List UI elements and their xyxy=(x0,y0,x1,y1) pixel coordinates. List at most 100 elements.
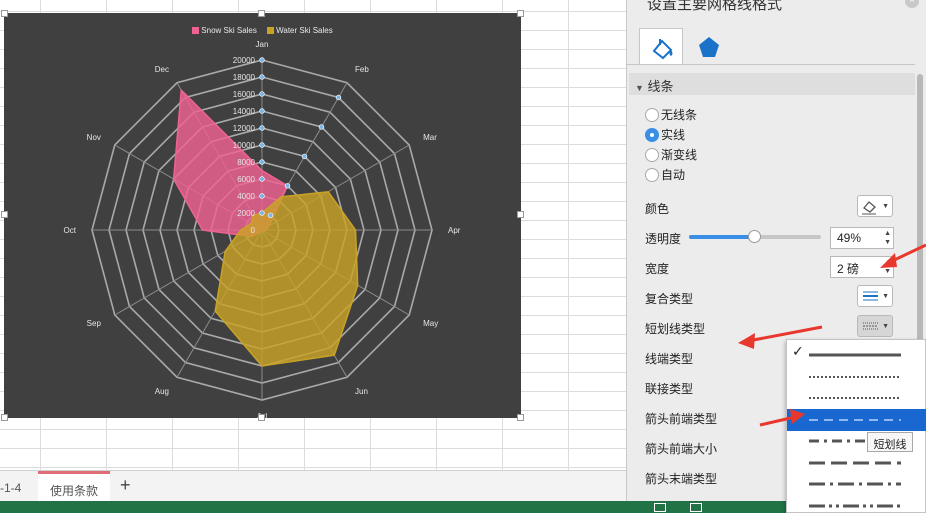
transparency-value: 49% xyxy=(837,231,862,245)
chevron-down-icon: ▼ xyxy=(882,323,889,330)
tab-effects[interactable] xyxy=(687,28,731,64)
chevron-down-icon: ▼ xyxy=(882,203,889,210)
transparency-slider-thumb[interactable] xyxy=(747,230,761,243)
width-input[interactable]: 2 磅 ▲ ▼ xyxy=(830,256,894,278)
data-marker xyxy=(259,108,265,114)
dash-sample-long-dash-dot-dot xyxy=(809,504,901,507)
radial-tick-label: 4000 xyxy=(237,192,255,201)
radio-gradient-line[interactable]: 渐变线 xyxy=(645,146,697,163)
width-value: 2 磅 xyxy=(837,262,860,276)
compound-type-button[interactable]: ▼ xyxy=(857,285,893,307)
radial-tick-label: 12000 xyxy=(233,124,256,133)
compound-type-label: 复合类型 xyxy=(645,292,694,306)
radar-plot-area: 0 2000 4000 6000 8000 10000 12000 14000 16000 180… xyxy=(64,40,461,418)
dash-type-menu xyxy=(786,339,926,513)
transparency-slider[interactable] xyxy=(689,230,821,243)
category-label: Apr xyxy=(448,226,461,235)
collapse-triangle-icon: ▼ xyxy=(635,83,644,93)
chart-resize-handle-tl[interactable] xyxy=(1,10,8,17)
data-marker xyxy=(335,94,342,101)
category-label: Sep xyxy=(87,319,102,328)
chart-resize-handle-top[interactable] xyxy=(258,10,265,17)
dash-option-square-dot[interactable] xyxy=(787,387,926,409)
tab-fill-line[interactable] xyxy=(639,28,683,64)
add-sheet-button[interactable]: + xyxy=(120,475,131,496)
radio-button[interactable] xyxy=(645,148,659,162)
data-marker xyxy=(259,176,265,182)
radio-button[interactable] xyxy=(645,128,659,142)
dash-option-long-dash-dot[interactable] xyxy=(787,473,926,495)
category-label: Oct xyxy=(64,226,77,235)
radio-button[interactable] xyxy=(645,168,659,182)
width-label: 宽度 xyxy=(645,262,670,276)
radio-solid-line[interactable]: 实线 xyxy=(645,126,685,143)
radio-label: 渐变线 xyxy=(661,148,698,162)
radial-tick-label: 10000 xyxy=(233,141,256,150)
arrow-begin-size-label: 箭头前端大小 xyxy=(645,442,718,456)
dash-sample-round-dot xyxy=(809,375,901,378)
data-marker xyxy=(259,210,265,216)
radial-tick-label: 20000 xyxy=(233,56,256,65)
dash-option-long-dash-dot-dot[interactable] xyxy=(787,495,926,513)
data-marker xyxy=(284,183,291,189)
sheet-tab-prev[interactable]: -1-4 xyxy=(0,481,21,495)
dash-option-solid[interactable] xyxy=(787,344,926,366)
radio-automatic[interactable]: 自动 xyxy=(645,166,685,183)
chart-resize-handle-left[interactable] xyxy=(1,211,8,218)
spin-arrows-icon[interactable]: ▲ ▼ xyxy=(884,229,891,247)
category-label: Dec xyxy=(155,65,169,74)
radio-button[interactable] xyxy=(645,108,659,122)
radial-tick-label: 14000 xyxy=(233,107,256,116)
data-marker xyxy=(267,212,274,218)
checkmark-icon: ✓ xyxy=(792,343,804,359)
dash-lines-icon xyxy=(863,322,878,330)
category-label: Nov xyxy=(87,133,101,142)
color-picker-button[interactable]: ▼ xyxy=(857,195,893,217)
category-label: Aug xyxy=(155,387,169,396)
transparency-slider-fill xyxy=(689,235,754,239)
dash-type-button[interactable]: ▼ xyxy=(857,315,893,337)
arrow-begin-type-label: 箭头前端类型 xyxy=(645,412,718,426)
normal-view-icon[interactable] xyxy=(654,503,666,512)
color-label: 颜色 xyxy=(645,202,670,216)
spreadsheet-grid[interactable]: Snow Ski Sales Water Ski Sales 0 2000 4000… xyxy=(0,0,626,470)
chart-resize-handle-br[interactable] xyxy=(517,414,524,421)
chart-resize-handle-bl[interactable] xyxy=(1,414,8,421)
sheet-tab-active[interactable]: 使用条款 xyxy=(38,471,110,501)
radio-label: 无线条 xyxy=(661,108,698,122)
page-layout-view-icon[interactable] xyxy=(690,503,702,512)
radial-tick-label: 18000 xyxy=(233,73,256,82)
paint-bucket-icon xyxy=(652,39,673,60)
dash-option-dash[interactable] xyxy=(787,408,926,431)
dash-option-round-dot[interactable] xyxy=(787,366,926,388)
radial-tick-label: 6000 xyxy=(237,175,255,184)
section-header-line[interactable]: ▼ 线条 xyxy=(629,73,915,95)
dash-sample-solid xyxy=(809,353,901,357)
paint-bucket-icon xyxy=(862,201,876,215)
chart-resize-handle-right[interactable] xyxy=(517,211,524,218)
chart-resize-handle-bottom[interactable] xyxy=(258,414,265,421)
data-marker xyxy=(259,125,265,131)
data-marker xyxy=(259,74,265,80)
close-icon[interactable]: × xyxy=(905,0,919,8)
dash-tooltip: 短划线 xyxy=(867,432,913,452)
dash-option-long-dash[interactable] xyxy=(787,452,926,474)
radial-tick-label: 2000 xyxy=(237,209,255,218)
transparency-label: 透明度 xyxy=(645,232,682,246)
pane-title: 设置主要网格线格式 xyxy=(647,0,783,13)
category-label: Jun xyxy=(355,387,368,396)
join-type-label: 联接类型 xyxy=(645,382,694,396)
radar-chart[interactable]: Snow Ski Sales Water Ski Sales 0 2000 4000… xyxy=(4,13,521,418)
compound-lines-icon xyxy=(863,291,878,301)
radial-tick-label: 0 xyxy=(251,226,256,235)
data-marker xyxy=(318,124,325,130)
spin-arrows-icon[interactable]: ▲ ▼ xyxy=(884,258,891,276)
sheet-tab-bar: -1-4 使用条款 + xyxy=(0,470,626,501)
dash-sample-long-dash-dot xyxy=(809,482,901,486)
transparency-input[interactable]: 49% ▲ ▼ xyxy=(830,227,894,249)
pane-tab-divider xyxy=(627,64,915,65)
category-label: May xyxy=(423,319,438,328)
radio-no-line[interactable]: 无线条 xyxy=(645,106,697,123)
pentagon-icon xyxy=(699,37,719,57)
chart-resize-handle-tr[interactable] xyxy=(517,10,524,17)
